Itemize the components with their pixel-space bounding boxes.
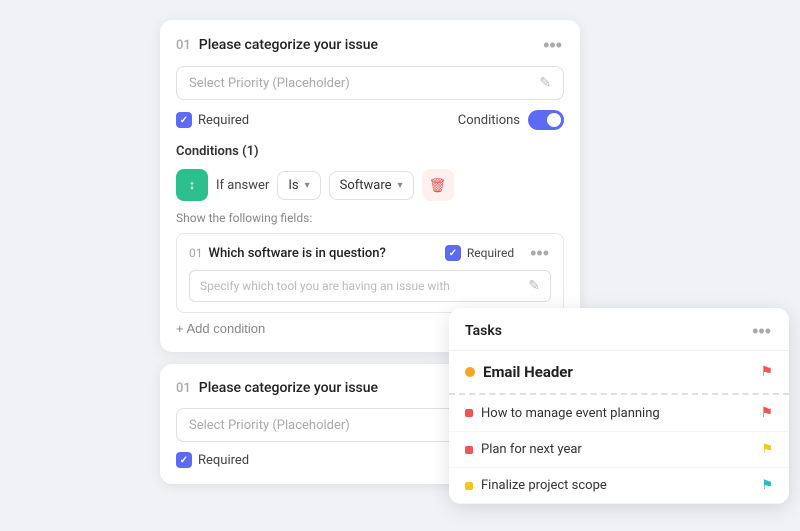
task-item-left-2: Finalize project scope (465, 478, 607, 493)
card-2-title: Please categorize your issue (199, 380, 378, 396)
email-header-title: Email Header (483, 363, 573, 381)
condition-row: ↕ If answer Is ▾ Software ▾ 🗑 (176, 169, 564, 201)
tasks-header: Tasks ••• (449, 308, 789, 351)
delete-condition-button[interactable]: 🗑 (422, 169, 454, 201)
task-flag-1: ⚑ (761, 442, 773, 457)
condition-icon: ↕ (176, 169, 208, 201)
card-1-header: 01 Please categorize your issue ••• (176, 36, 564, 54)
required-label: Required (198, 113, 249, 128)
required-checkbox[interactable] (176, 112, 192, 128)
task-dot-2 (465, 482, 473, 490)
required-left: Required (176, 112, 249, 128)
card-1-menu-button[interactable]: ••• (541, 36, 564, 54)
conditions-section-title: Conditions (1) (176, 144, 564, 159)
card-2-title-row: 01 Please categorize your issue (176, 380, 378, 396)
sub-card: 01 Which software is in question? Requir… (176, 233, 564, 313)
sub-edit-icon: ✎ (528, 278, 540, 294)
sub-step: 01 (189, 246, 203, 260)
sub-required-label: Required (467, 246, 514, 260)
email-header-row[interactable]: Email Header ⚑ (449, 351, 789, 395)
task-item-left-0: How to manage event planning (465, 406, 660, 421)
required-checkbox-2[interactable] (176, 452, 192, 468)
step-number-2: 01 (176, 381, 191, 396)
show-fields-label: Show the following fields: (176, 211, 564, 225)
task-text-0: How to manage event planning (481, 406, 660, 421)
email-header-left: Email Header (465, 363, 573, 381)
email-header-dot (465, 367, 475, 377)
chevron-icon: ▾ (305, 180, 310, 191)
email-header-flag: ⚑ (760, 364, 773, 380)
priority-select[interactable]: Select Priority (Placeholder) ✎ (176, 66, 564, 100)
tasks-menu-button[interactable]: ••• (750, 322, 773, 340)
sub-card-title-row: 01 Which software is in question? (189, 246, 386, 261)
tasks-title: Tasks (465, 323, 502, 339)
priority-placeholder: Select Priority (Placeholder) (189, 76, 350, 91)
task-flag-2: ⚑ (761, 478, 773, 493)
sub-required-row: Required ••• (445, 244, 551, 262)
card-1-title: Please categorize your issue (199, 37, 378, 53)
task-text-1: Plan for next year (481, 442, 582, 457)
card-1: 01 Please categorize your issue ••• Sele… (160, 20, 580, 352)
required-label-2: Required (198, 453, 249, 468)
sub-input[interactable]: Specify which tool you are having an iss… (189, 270, 551, 302)
add-condition-button[interactable]: + Add condition (176, 321, 265, 336)
task-item-2[interactable]: Finalize project scope ⚑ (449, 468, 789, 504)
condition-icon-symbol: ↕ (189, 177, 196, 193)
sub-title: Which software is in question? (209, 246, 386, 261)
step-number-1: 01 (176, 38, 191, 53)
sub-required-checkbox[interactable] (445, 245, 461, 261)
sub-card-menu-button[interactable]: ••• (528, 244, 551, 262)
task-flag-0: ⚑ (760, 405, 773, 421)
task-text-2: Finalize project scope (481, 478, 607, 493)
chevron-icon-2: ▾ (398, 180, 403, 191)
if-answer-label: If answer (216, 178, 269, 193)
task-item-0[interactable]: How to manage event planning ⚑ (449, 395, 789, 432)
conditions-row: Conditions (458, 110, 564, 130)
task-dot-0 (465, 409, 473, 417)
add-condition-label: + Add condition (176, 321, 265, 336)
software-select[interactable]: Software ▾ (329, 171, 414, 200)
software-label: Software (340, 178, 392, 193)
is-label: Is (288, 178, 298, 193)
conditions-toggle[interactable] (528, 110, 564, 130)
task-dot-1 (465, 446, 473, 454)
sub-card-header: 01 Which software is in question? Requir… (189, 244, 551, 262)
tasks-panel: Tasks ••• Email Header ⚑ How to manage e… (449, 308, 789, 504)
edit-icon: ✎ (539, 75, 551, 91)
conditions-text: Conditions (458, 113, 520, 128)
is-select[interactable]: Is ▾ (277, 171, 320, 200)
task-item-1[interactable]: Plan for next year ⚑ (449, 432, 789, 468)
required-row: Required Conditions (176, 110, 564, 130)
task-item-left-1: Plan for next year (465, 442, 582, 457)
sub-input-placeholder: Specify which tool you are having an iss… (200, 279, 450, 293)
priority-placeholder-2: Select Priority (Placeholder) (189, 418, 350, 433)
card-1-title-row: 01 Please categorize your issue (176, 37, 378, 53)
